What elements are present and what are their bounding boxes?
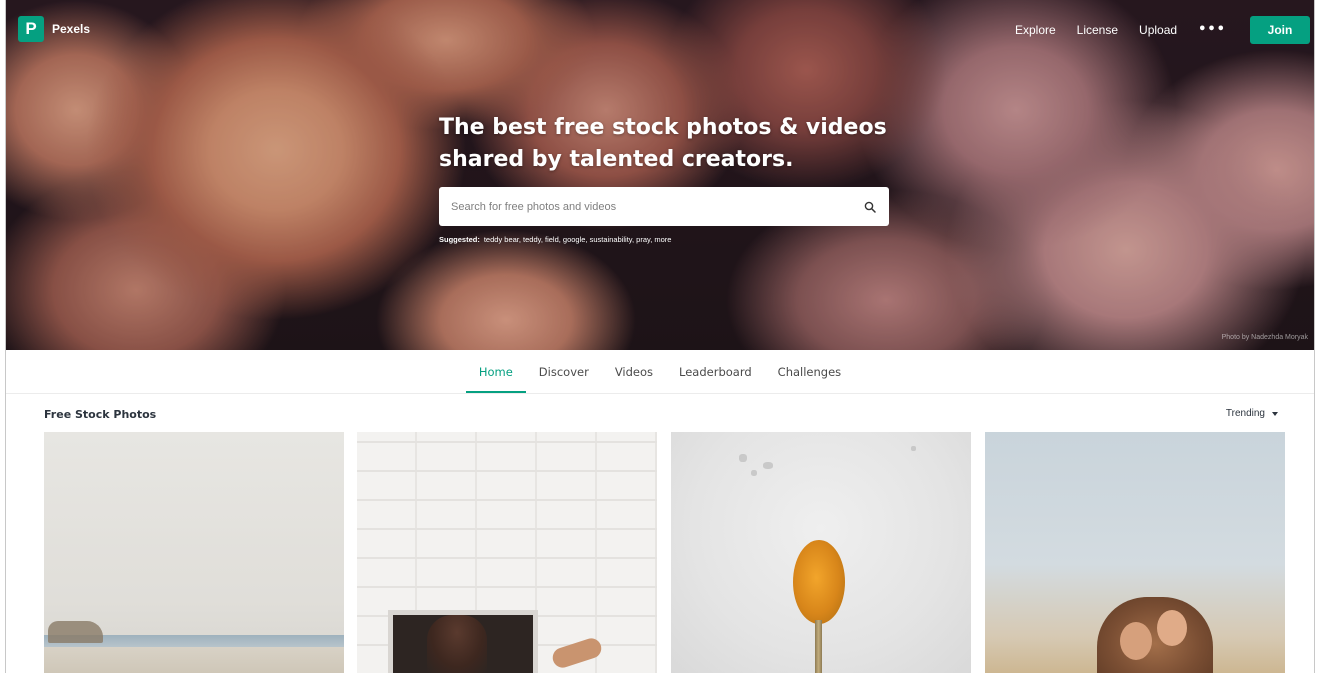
section-title: Free Stock Photos bbox=[44, 408, 157, 421]
hero-banner: P Pexels Explore License Upload ••• Join… bbox=[6, 0, 1314, 350]
header-nav: Explore License Upload ••• Join bbox=[1015, 16, 1310, 44]
photo-card-couple[interactable] bbox=[985, 432, 1285, 673]
photo-detail bbox=[427, 615, 487, 673]
tab-discover[interactable]: Discover bbox=[526, 350, 602, 393]
tab-leaderboard[interactable]: Leaderboard bbox=[666, 350, 765, 393]
nav-license[interactable]: License bbox=[1077, 23, 1118, 37]
photo-credit[interactable]: Photo by Nadezhda Moryak bbox=[1222, 334, 1308, 341]
search-bar[interactable] bbox=[439, 187, 889, 226]
chevron-down-icon bbox=[1272, 411, 1278, 416]
hero-content: The best free stock photos & videos shar… bbox=[439, 112, 899, 244]
logo-icon: P bbox=[18, 16, 44, 42]
photo-card-portrait-frame[interactable] bbox=[357, 432, 657, 673]
window-frame-left bbox=[0, 0, 6, 673]
photo-detail bbox=[751, 470, 757, 476]
nav-explore[interactable]: Explore bbox=[1015, 23, 1056, 37]
photo-detail bbox=[911, 446, 916, 451]
search-input[interactable] bbox=[451, 200, 863, 213]
photo-detail bbox=[550, 635, 604, 671]
brand-name: Pexels bbox=[52, 22, 91, 36]
hero-title: The best free stock photos & videos shar… bbox=[439, 112, 899, 176]
tab-videos[interactable]: Videos bbox=[602, 350, 666, 393]
tab-home[interactable]: Home bbox=[465, 350, 526, 393]
search-icon[interactable] bbox=[863, 200, 877, 214]
photo-detail bbox=[1097, 597, 1213, 673]
photo-detail bbox=[1120, 622, 1152, 660]
section-tabs: Home Discover Videos Leaderboard Challen… bbox=[6, 350, 1314, 394]
photo-detail bbox=[48, 621, 103, 643]
hero-title-line-1: The best free stock photos & videos bbox=[439, 115, 887, 140]
photo-detail bbox=[793, 540, 845, 624]
suggested-label: Suggested: bbox=[439, 235, 480, 244]
sort-dropdown[interactable]: Trending bbox=[1226, 408, 1278, 419]
suggested-searches: Suggested: teddy bear, teddy, field, goog… bbox=[439, 235, 899, 244]
hero-title-line-2: shared by talented creators. bbox=[439, 147, 794, 172]
photo-detail bbox=[763, 462, 773, 469]
nav-upload[interactable]: Upload bbox=[1139, 23, 1177, 37]
photo-card-beach[interactable] bbox=[44, 432, 344, 673]
window-frame-right bbox=[1314, 0, 1320, 673]
photo-detail bbox=[815, 620, 822, 673]
suggested-links[interactable]: teddy bear, teddy, field, google, sustai… bbox=[484, 235, 672, 244]
photo-detail bbox=[1157, 610, 1187, 646]
photo-detail bbox=[44, 647, 344, 673]
photo-card-spice-spoon[interactable] bbox=[671, 432, 971, 673]
photo-detail bbox=[739, 454, 747, 462]
top-navigation: P Pexels Explore License Upload ••• Join bbox=[6, 0, 1314, 58]
sort-label: Trending bbox=[1225, 408, 1265, 419]
brand-logo[interactable]: P Pexels bbox=[18, 16, 90, 42]
tab-challenges[interactable]: Challenges bbox=[765, 350, 855, 393]
join-button[interactable]: Join bbox=[1250, 16, 1310, 44]
more-horizontal-icon[interactable]: ••• bbox=[1198, 23, 1226, 36]
